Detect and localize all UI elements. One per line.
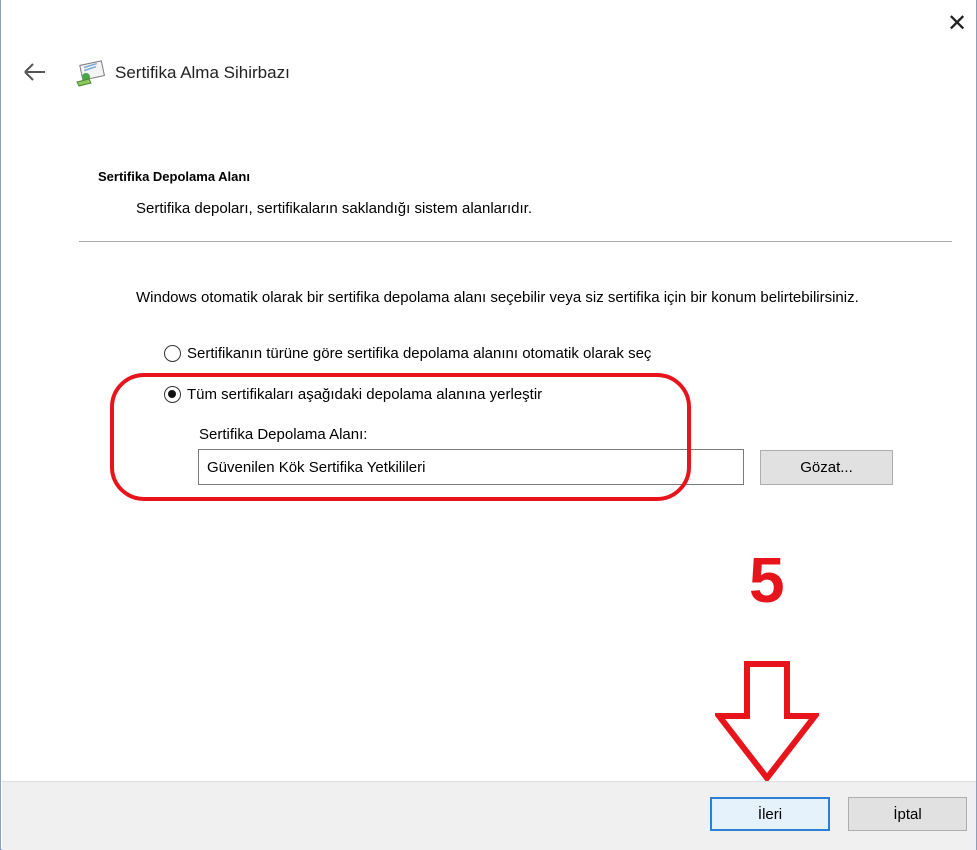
annotation-step-number: 5 xyxy=(749,544,785,616)
browse-button[interactable]: Gözat... xyxy=(760,450,893,485)
intro-text: Windows otomatik olarak bir sertifika de… xyxy=(136,289,859,306)
close-icon[interactable]: ✕ xyxy=(941,8,973,40)
annotation-highlight-ring xyxy=(110,373,691,501)
annotation-down-arrow-icon xyxy=(715,661,819,782)
certificate-wizard-icon xyxy=(76,60,106,87)
cancel-button[interactable]: İptal xyxy=(848,797,967,831)
header-divider xyxy=(79,241,952,242)
radio-auto-select-store[interactable]: Sertifikanın türüne göre sertifika depol… xyxy=(164,345,651,362)
next-button[interactable]: İleri xyxy=(710,797,830,831)
section-title: Sertifika Depolama Alanı xyxy=(98,169,250,184)
radio-auto-label: Sertifikanın türüne göre sertifika depol… xyxy=(187,345,652,362)
certificate-import-wizard-window: ✕ Sertifika Alma Sihirbazı Sertifika Dep… xyxy=(0,0,977,850)
section-description: Sertifika depoları, sertifikaların sakla… xyxy=(136,200,533,217)
back-arrow-icon[interactable] xyxy=(21,60,49,84)
radio-auto-indicator[interactable] xyxy=(164,345,181,362)
wizard-title: Sertifika Alma Sihirbazı xyxy=(115,63,290,82)
